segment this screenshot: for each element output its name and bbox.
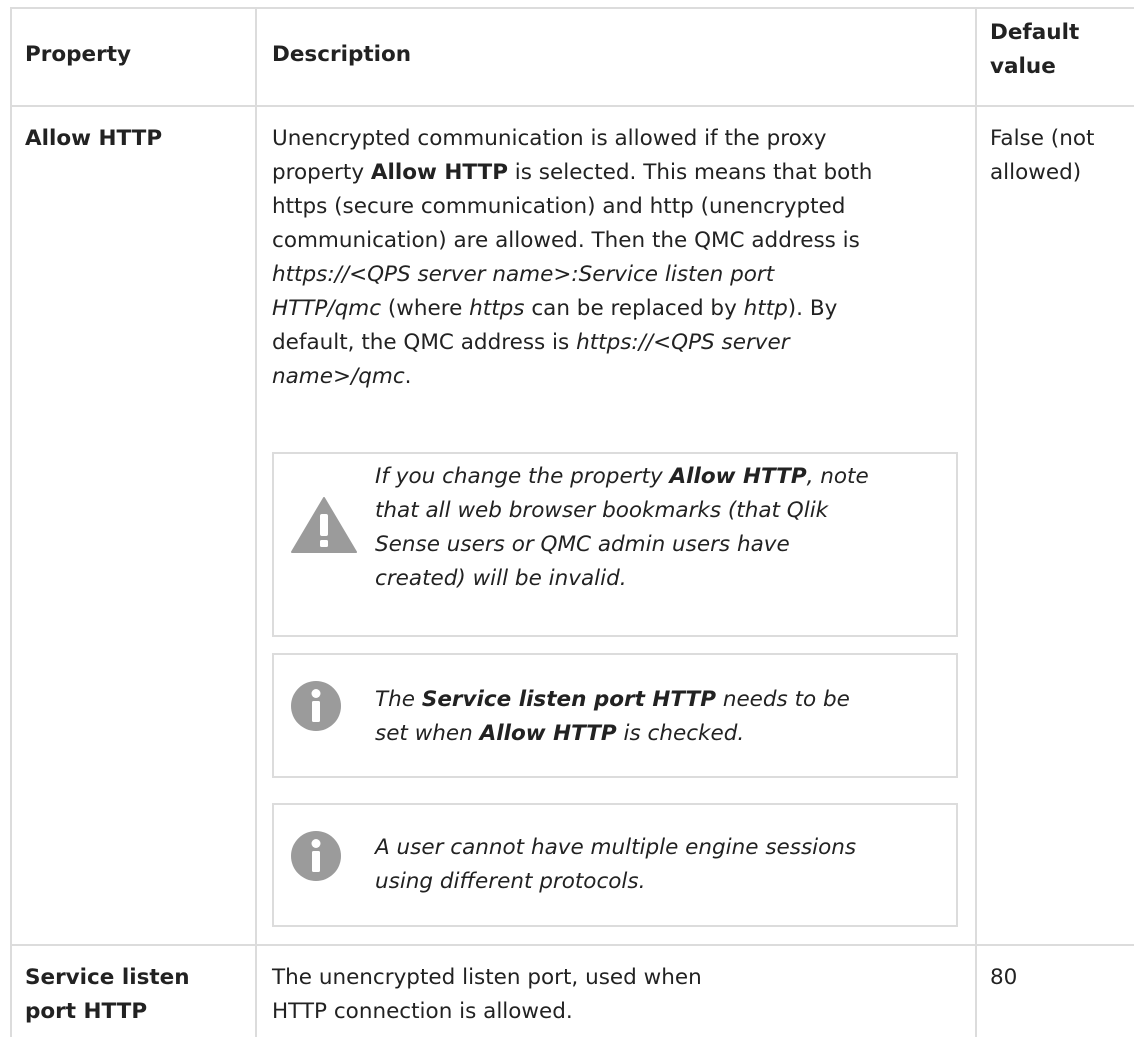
info-note: The Service listen port HTTP needs to be… (272, 653, 958, 778)
column-divider (255, 7, 257, 1037)
properties-table: Property Description Default value Allow… (0, 0, 1134, 1037)
info-icon (291, 681, 341, 735)
warning-icon (291, 496, 357, 558)
header-property: Property (25, 42, 131, 67)
info-note: A user cannot have multiple engine sessi… (272, 803, 958, 927)
header-description: Description (272, 42, 412, 67)
default-service-listen-port-http: 80 (990, 965, 1018, 990)
warning-note: If you change the property Allow HTTP, n… (272, 452, 958, 637)
row-divider (10, 944, 1134, 946)
header-bottom-border (10, 105, 1134, 107)
table-left-border (10, 7, 12, 1037)
column-divider (975, 7, 977, 1037)
property-service-listen-port-http: Service listen port HTTP (25, 965, 190, 1024)
description-service-listen-port-http: The unencrypted listen port, used when H… (272, 965, 702, 1024)
default-allow-http: False (not allowed) (990, 126, 1095, 185)
table-top-border (10, 7, 1134, 9)
info-icon (291, 831, 341, 885)
property-allow-http: Allow HTTP (25, 126, 163, 151)
header-default-value: Default value (990, 20, 1080, 79)
description-allow-http: Unencrypted communication is allowed if … (272, 126, 873, 389)
